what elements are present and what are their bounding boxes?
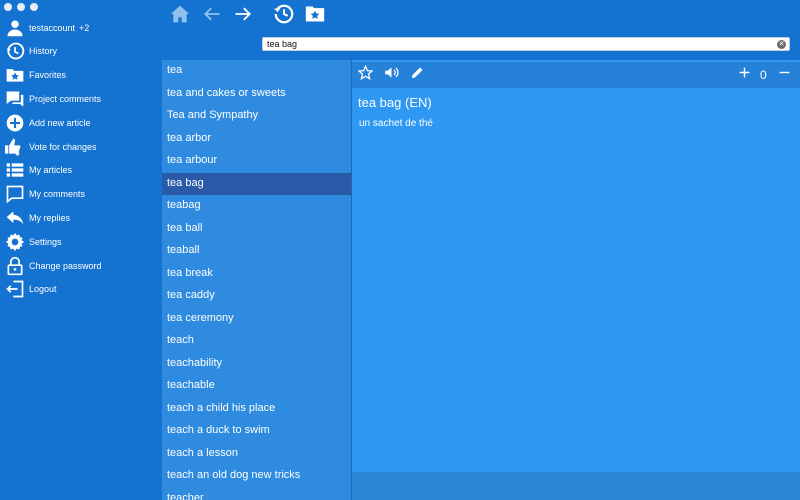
sidebar-item-vote[interactable]: Vote for changes (0, 136, 162, 158)
sidebar-item-change-password[interactable]: Change password (0, 255, 162, 277)
sidebar-item-label: My replies (29, 213, 71, 223)
comment-icon (3, 183, 27, 205)
username: testaccount (29, 23, 76, 33)
sidebar-item-favorites[interactable]: Favorites (0, 64, 162, 86)
plus-icon (738, 66, 751, 84)
article-pane: 0 tea bag (EN) un sachet de thé (352, 60, 800, 500)
article-title: tea bag (EN) (358, 95, 432, 110)
history-icon (3, 40, 27, 62)
list-item[interactable]: Tea and Sympathy (162, 105, 351, 128)
sidebar-item-project-comments[interactable]: Project comments (0, 88, 162, 110)
sidebar-item-label: Change password (29, 261, 102, 271)
pronounce-button[interactable] (382, 66, 400, 84)
favorite-button[interactable] (356, 64, 374, 85)
article-footer (352, 472, 800, 500)
user-account[interactable]: testaccount +2 (0, 17, 162, 39)
downvote-button[interactable] (775, 66, 793, 84)
home-button[interactable] (168, 4, 192, 28)
forward-arrow-icon (233, 4, 253, 29)
sidebar: testaccount +2 History Favorites Project … (0, 0, 162, 500)
gear-icon (3, 231, 27, 253)
list-item[interactable]: tea caddy (162, 285, 351, 308)
sidebar-item-label: Project comments (29, 94, 102, 104)
comments-icon (3, 88, 27, 110)
forward-button[interactable] (231, 4, 255, 28)
close-window-button[interactable] (4, 3, 12, 11)
list-item[interactable]: tea ceremony (162, 308, 351, 331)
list-item[interactable]: teach a child his place (162, 398, 351, 421)
sidebar-item-logout[interactable]: Logout (0, 278, 162, 300)
favorites-icon (3, 64, 27, 86)
list-item[interactable]: tea break (162, 263, 351, 286)
sidebar-item-label: My articles (29, 165, 73, 175)
clear-search-icon[interactable]: ✕ (777, 40, 786, 49)
list-item[interactable]: tea ball (162, 218, 351, 241)
list-item[interactable]: tea arbour (162, 150, 351, 173)
list-item[interactable]: teaball (162, 240, 351, 263)
article-toolbar: 0 (352, 62, 800, 88)
list-item[interactable]: tea arbor (162, 128, 351, 151)
word-list: tea tea and cakes or sweets Tea and Sympat… (162, 60, 352, 500)
sidebar-item-my-replies[interactable]: My replies (0, 207, 162, 229)
list-item[interactable]: teacher (162, 488, 351, 500)
sidebar-item-history[interactable]: History (0, 40, 162, 62)
list-icon (3, 159, 27, 181)
sidebar-item-settings[interactable]: Settings (0, 231, 162, 253)
sidebar-item-label: Favorites (29, 70, 67, 80)
list-item[interactable]: tea (162, 60, 351, 83)
list-item[interactable]: teachable (162, 375, 351, 398)
list-item[interactable]: teach a lesson (162, 443, 351, 466)
list-item[interactable]: teach a duck to swim (162, 420, 351, 443)
back-button[interactable] (200, 4, 224, 28)
star-icon (356, 64, 374, 85)
toolbar: ✕ (162, 0, 800, 60)
zoom-window-button[interactable] (30, 3, 38, 11)
list-item[interactable]: teabag (162, 195, 351, 218)
window-controls (4, 3, 38, 11)
list-item[interactable]: teach (162, 330, 351, 353)
list-item[interactable]: tea and cakes or sweets (162, 83, 351, 106)
add-icon (3, 112, 27, 134)
sidebar-item-label: Logout (29, 284, 57, 294)
user-icon (3, 17, 27, 39)
sidebar-item-my-articles[interactable]: My articles (0, 159, 162, 181)
sidebar-item-label: Add new article (29, 118, 91, 128)
history-button[interactable] (272, 4, 296, 28)
minus-icon (778, 66, 791, 84)
reply-icon (3, 207, 27, 229)
vote-count: 0 (760, 68, 767, 82)
back-arrow-icon (202, 4, 222, 29)
list-item[interactable]: teach an old dog new tricks (162, 465, 351, 488)
list-item[interactable]: teachability (162, 353, 351, 376)
edit-button[interactable] (408, 66, 426, 84)
account-count: +2 (79, 23, 90, 33)
vote-icon (3, 136, 27, 158)
minimize-window-button[interactable] (17, 3, 25, 11)
sidebar-item-label: Vote for changes (29, 142, 97, 152)
sidebar-item-label: My comments (29, 189, 86, 199)
home-icon (170, 4, 190, 29)
favorites-folder-icon (304, 4, 326, 29)
favorites-button[interactable] (303, 4, 327, 28)
sidebar-item-my-comments[interactable]: My comments (0, 183, 162, 205)
search-input[interactable] (267, 38, 767, 50)
lock-icon (3, 255, 27, 277)
logout-icon (3, 278, 27, 300)
history-icon (273, 3, 295, 30)
pencil-icon (410, 65, 425, 85)
list-item[interactable]: tea bag (162, 172, 351, 195)
speaker-icon (384, 65, 399, 85)
sidebar-item-label: History (29, 46, 58, 56)
upvote-button[interactable] (735, 66, 753, 84)
sidebar-item-add-article[interactable]: Add new article (0, 112, 162, 134)
article-translation: un sachet de thé (359, 118, 433, 129)
sidebar-item-label: Settings (29, 237, 62, 247)
search-box: ✕ (262, 37, 790, 51)
